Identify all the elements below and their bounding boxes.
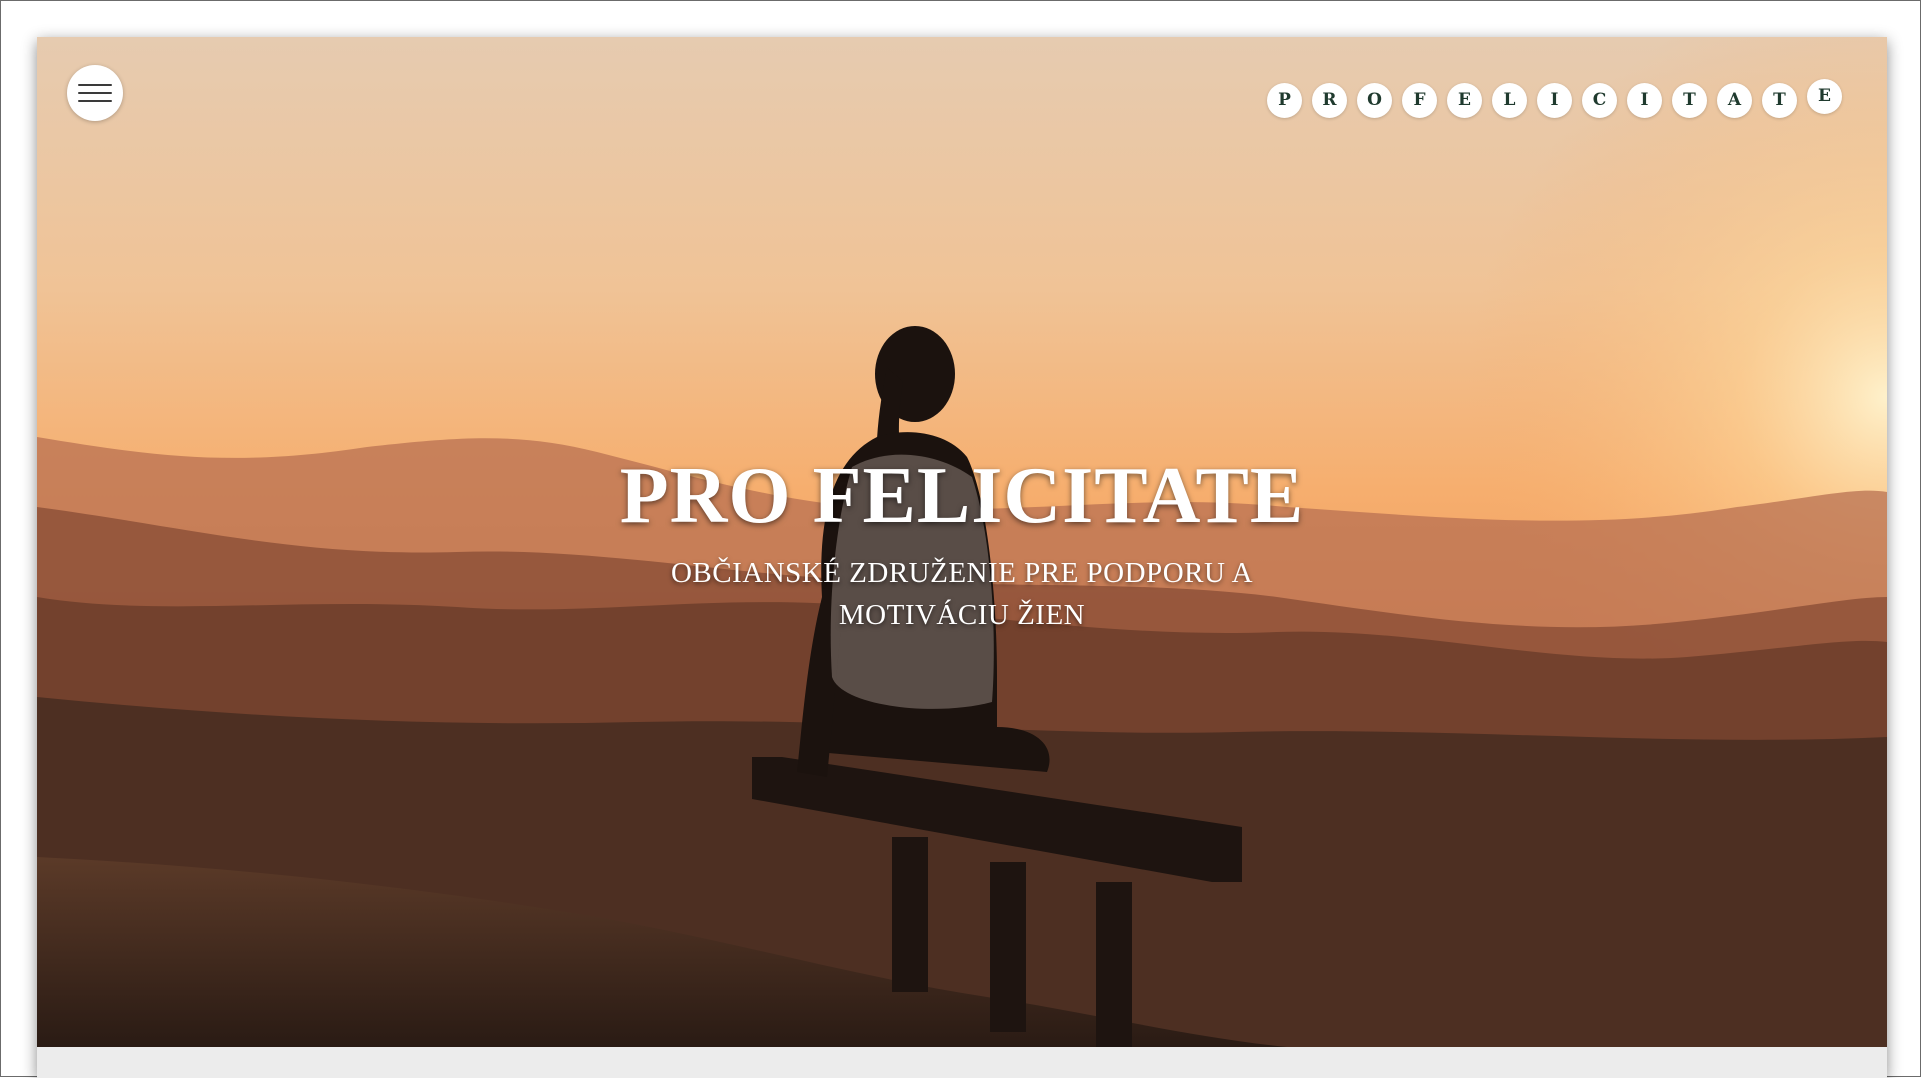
brand-letter: E [1447,83,1482,118]
brand-letter: T [1672,83,1707,118]
brand-letter: I [1537,83,1572,118]
page-card: P R O F E L I C I T A T E PRO FELICITATE… [37,37,1887,1078]
brand-letter: I [1627,83,1662,118]
brand-letter: R [1312,83,1347,118]
brand-letter: C [1582,83,1617,118]
hero-title: PRO FELICITATE [619,452,1305,540]
brand-letter: O [1357,83,1392,118]
brand-letter: A [1717,83,1752,118]
brand-letter: F [1402,83,1437,118]
browser-viewport: P R O F E L I C I T A T E PRO FELICITATE… [0,0,1921,1078]
brand-letter: L [1492,83,1527,118]
brand-letter: P [1267,83,1302,118]
brand-logo-letters[interactable]: P R O F E L I C I T A T E [1267,79,1857,121]
hero-background-image [37,37,1887,1047]
menu-button[interactable] [67,65,123,121]
hero-subtitle: OBČIANSKÉ ZDRUŽENIE PRE PODPORU A MOTIVÁ… [670,557,1254,631]
hero-section: P R O F E L I C I T A T E PRO FELICITATE… [37,37,1887,1047]
brand-letter: T [1762,83,1797,118]
brand-letter: E [1807,79,1842,114]
